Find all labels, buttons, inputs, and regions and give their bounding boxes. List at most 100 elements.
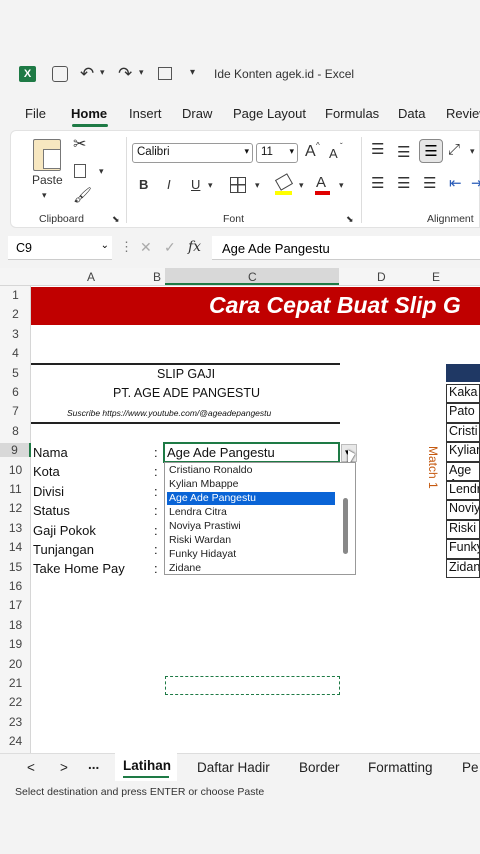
chevron-down-icon[interactable]: ▾ <box>299 181 304 190</box>
sheet-tab-formatting[interactable]: Formatting <box>368 760 433 775</box>
row-header[interactable]: 21 <box>0 676 31 690</box>
cancel-icon[interactable]: ✕ <box>140 240 152 254</box>
row-header[interactable]: 10 <box>0 463 31 477</box>
chevron-down-icon[interactable]: ▾ <box>99 167 104 176</box>
list-item[interactable]: Lendra Citra <box>167 506 335 519</box>
font-name-select[interactable]: Calibri ▾ <box>132 143 253 163</box>
row-header[interactable]: 19 <box>0 637 31 651</box>
tab-formulas[interactable]: Formulas <box>325 106 379 121</box>
list-item[interactable]: Noviya Prastiwi <box>167 520 335 533</box>
row-header[interactable]: 2 <box>0 307 31 321</box>
align-bottom-button[interactable]: ☰ <box>419 139 443 163</box>
borders-icon[interactable] <box>230 177 246 193</box>
tab-nav-prev-icon[interactable]: < <box>27 760 35 775</box>
right-table-cell[interactable]: Pato <box>446 403 480 423</box>
chevron-down-icon[interactable]: ▾ <box>255 181 260 190</box>
row-header[interactable]: 8 <box>0 424 31 438</box>
list-item[interactable]: Cristiano Ronaldo <box>167 464 335 477</box>
row-header[interactable]: 11 <box>0 482 31 496</box>
chevron-down-icon[interactable]: ▾ <box>42 191 47 200</box>
increase-indent-icon[interactable]: ⇥ <box>471 176 480 191</box>
formula-input[interactable]: Age Ade Pangestu <box>212 236 480 260</box>
row-header[interactable]: 16 <box>0 579 31 593</box>
row-header[interactable]: 23 <box>0 715 31 729</box>
undo-icon[interactable]: ↶ <box>80 65 94 82</box>
row-header[interactable]: 12 <box>0 501 31 515</box>
tab-nav-next-icon[interactable]: > <box>60 760 68 775</box>
row-header[interactable]: 6 <box>0 385 31 399</box>
tab-home[interactable]: Home <box>71 106 107 121</box>
list-item[interactable]: Riski Wardan <box>167 534 335 547</box>
align-left-icon[interactable]: ☰ <box>371 176 384 191</box>
chevron-down-icon[interactable]: ▾ <box>208 181 213 190</box>
list-item[interactable]: Zidane <box>167 562 335 575</box>
tab-file[interactable]: File <box>25 106 46 121</box>
more-options-icon[interactable]: ⋮ <box>120 240 133 253</box>
align-top-icon[interactable]: ☰ <box>371 142 384 157</box>
right-table-cell[interactable]: Zidan <box>446 558 480 578</box>
insert-function-icon[interactable]: fx <box>188 240 201 254</box>
col-header-c[interactable]: C <box>248 270 257 284</box>
chevron-down-icon[interactable]: ▾ <box>470 147 475 156</box>
underline-button[interactable]: U <box>191 178 200 191</box>
chevron-down-icon[interactable]: ▾ <box>100 68 105 77</box>
right-table-cell[interactable]: Riski <box>446 519 480 540</box>
right-table-cell[interactable]: Kylian <box>446 442 480 462</box>
orientation-icon[interactable]: ⤢ <box>448 142 460 157</box>
row-header[interactable]: 24 <box>0 734 31 748</box>
format-painter-icon[interactable]: 🖌 <box>73 188 92 203</box>
col-header-d[interactable]: D <box>377 270 386 284</box>
dropdown-scrollbar[interactable] <box>343 498 348 554</box>
validation-dropdown-list[interactable]: Cristiano Ronaldo Kylian Mbappe Age Ade … <box>164 462 356 575</box>
right-table-cell[interactable]: Noviy <box>446 500 480 520</box>
cut-icon[interactable]: ✂ <box>73 137 86 153</box>
row-header[interactable]: 18 <box>0 618 31 632</box>
align-right-icon[interactable]: ☰ <box>423 176 436 191</box>
sheet-tab-latihan[interactable]: Latihan <box>115 753 177 781</box>
chevron-down-icon[interactable]: ▾ <box>339 181 344 190</box>
sheet-tab-border[interactable]: Border <box>299 760 340 775</box>
row-header[interactable]: 9 <box>0 443 31 458</box>
grow-font-icon[interactable]: A <box>305 144 316 160</box>
form-icon[interactable] <box>158 67 172 80</box>
enter-icon[interactable]: ✓ <box>164 240 176 254</box>
row-header[interactable]: 5 <box>0 366 31 380</box>
tab-page-layout[interactable]: Page Layout <box>233 106 306 121</box>
align-center-icon[interactable]: ☰ <box>397 176 410 191</box>
tab-more-icon[interactable]: ... <box>88 757 99 772</box>
col-header-a[interactable]: A <box>87 270 95 284</box>
decrease-indent-icon[interactable]: ⇤ <box>449 176 462 191</box>
shrink-font-icon[interactable]: A <box>329 147 338 160</box>
name-box[interactable]: C9 ⌄ <box>8 236 112 260</box>
right-table-cell[interactable]: Lendr <box>446 481 480 501</box>
copy-icon[interactable] <box>74 164 86 178</box>
bold-button[interactable]: B <box>139 178 148 191</box>
right-table-cell[interactable]: Funky <box>446 539 480 559</box>
customize-toolbar-icon[interactable]: ▾ <box>190 68 195 78</box>
row-header[interactable]: 7 <box>0 404 31 418</box>
right-table-cell[interactable]: Age A <box>446 461 480 481</box>
tab-insert[interactable]: Insert <box>129 106 162 121</box>
row-header[interactable]: 13 <box>0 521 31 535</box>
row-header[interactable]: 17 <box>0 598 31 612</box>
font-size-select[interactable]: 11 ▾ <box>256 143 298 163</box>
autosave-icon[interactable] <box>52 66 68 82</box>
list-item[interactable]: Funky Hidayat <box>167 548 335 561</box>
sheet-tab-daftar-hadir[interactable]: Daftar Hadir <box>197 760 270 775</box>
font-color-icon[interactable]: A <box>316 175 326 190</box>
row-header[interactable]: 3 <box>0 327 31 341</box>
list-item[interactable]: Kylian Mbappe <box>167 478 335 491</box>
tab-draw[interactable]: Draw <box>182 106 212 121</box>
fill-color-icon[interactable] <box>274 173 294 191</box>
list-item-selected[interactable]: Age Ade Pangestu <box>167 492 335 505</box>
row-header[interactable]: 4 <box>0 346 31 360</box>
chevron-down-icon[interactable]: ▾ <box>139 68 144 77</box>
tab-review[interactable]: Review <box>446 106 480 121</box>
right-table-cell[interactable]: Kaka <box>446 384 480 404</box>
italic-button[interactable]: I <box>167 178 171 191</box>
dialog-launcher-icon[interactable]: ⬊ <box>112 215 120 224</box>
right-table-cell[interactable]: Cristi <box>446 422 480 443</box>
row-header[interactable]: 14 <box>0 540 31 554</box>
row-header[interactable]: 22 <box>0 695 31 709</box>
row-header[interactable]: 1 <box>0 288 31 302</box>
